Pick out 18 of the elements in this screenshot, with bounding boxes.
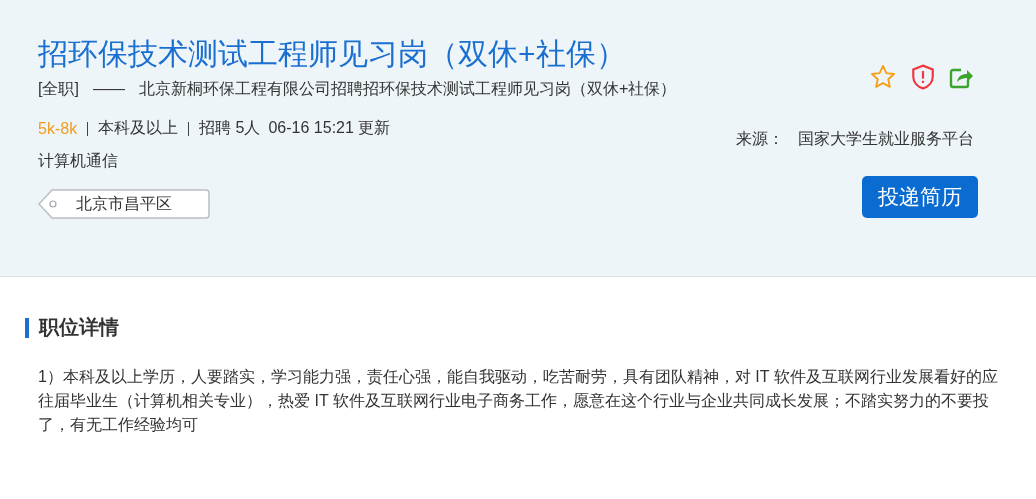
job-description: 1）本科及以上学历，人要踏实，学习能力强，责任心强，能自我驱动，吃苦耐劳，具有团队精神，对 IT 软件及互联网行业发展看好的应往届毕业生（计算机相关专业），热爱 IT 软件及互联网行业电子商务工作，愿意在这个行业与企业共同成长发展；不踏实努力的不要投了，有无工作经验均可 [38, 367, 998, 435]
apply-button[interactable]: 投递简历 [862, 176, 978, 218]
star-icon[interactable] [869, 63, 897, 91]
job-type: [全职] [38, 79, 79, 99]
salary: 5k-8k [38, 119, 78, 138]
job-title: 招环保技术测试工程师见习岗（双休+社保） [38, 36, 627, 72]
location-tag: 北京市昌平区 [38, 189, 210, 219]
section-title: 职位详情 [39, 315, 119, 340]
major: 计算机通信 [38, 151, 119, 171]
hiring-count: 招聘 5人 [199, 118, 261, 138]
update-time: 06-16 15:21 更新 [268, 118, 391, 138]
shield-alert-icon[interactable] [911, 64, 935, 90]
separator: —— [92, 79, 125, 99]
section-marker [25, 317, 29, 338]
source-name: 国家大学生就业服务平台 [798, 129, 974, 149]
source-label: 来源： [736, 129, 784, 149]
job-subtitle: 北京新桐环保工程有限公司招聘招环保技术测试工程师见习岗（双休+社保） [138, 79, 677, 99]
education: 本科及以上 [98, 118, 179, 138]
